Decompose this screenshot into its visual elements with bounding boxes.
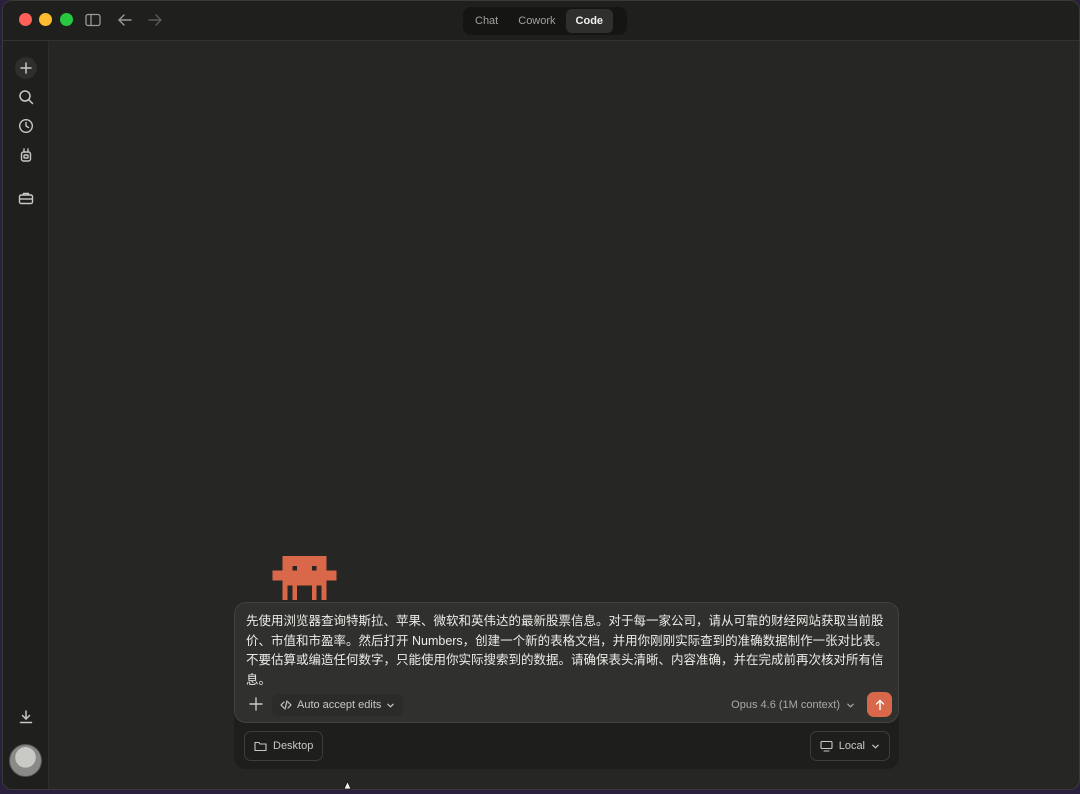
prompt-text[interactable]: 先使用浏览器查询特斯拉、苹果、微软和英伟达的最新股票信息。对于每一家公司，请从可… bbox=[246, 612, 891, 690]
mouse-cursor-icon bbox=[343, 781, 352, 790]
robot-icon bbox=[20, 148, 32, 162]
desktop-folder-button[interactable]: Desktop bbox=[244, 731, 324, 761]
folder-icon bbox=[254, 741, 267, 752]
minimize-window-button[interactable] bbox=[39, 13, 52, 26]
code-icon bbox=[280, 700, 292, 710]
send-button[interactable] bbox=[867, 692, 892, 717]
local-label: Local bbox=[838, 740, 865, 752]
chevron-down-icon bbox=[872, 744, 879, 749]
search-button[interactable] bbox=[16, 87, 36, 107]
close-window-button[interactable] bbox=[19, 13, 32, 26]
arrow-up-icon bbox=[875, 699, 884, 710]
plus-icon bbox=[20, 62, 32, 74]
monitor-icon bbox=[820, 740, 833, 752]
search-icon bbox=[19, 90, 34, 105]
composer: 先使用浏览器查询特斯拉、苹果、微软和英伟达的最新股票信息。对于每一家公司，请从可… bbox=[234, 602, 899, 769]
download-icon bbox=[19, 710, 33, 724]
chevron-down-icon bbox=[847, 703, 854, 708]
clock-icon bbox=[18, 118, 34, 134]
plus-icon bbox=[249, 697, 263, 711]
new-chat-button[interactable] bbox=[15, 57, 37, 79]
desktop-label: Desktop bbox=[273, 740, 314, 752]
title-bar: Chat Cowork Code bbox=[3, 1, 1079, 41]
history-button[interactable] bbox=[16, 116, 36, 136]
attach-button[interactable] bbox=[246, 694, 266, 714]
tab-chat[interactable]: Chat bbox=[465, 9, 508, 33]
toolbox-icon bbox=[18, 192, 34, 205]
download-button[interactable] bbox=[16, 707, 36, 727]
mascot-icon bbox=[272, 556, 337, 600]
model-selector[interactable]: Opus 4.6 (1M context) bbox=[731, 696, 855, 714]
left-sidebar bbox=[3, 41, 49, 789]
model-label: Opus 4.6 (1M context) bbox=[731, 699, 840, 711]
agents-button[interactable] bbox=[16, 145, 36, 165]
app-window: Chat Cowork Code 先使用浏览器查询特斯拉、苹果、微软和英伟达的最… bbox=[2, 0, 1080, 790]
chevron-down-icon bbox=[387, 703, 395, 708]
auto-accept-dropdown[interactable]: Auto accept edits bbox=[272, 694, 404, 716]
maximize-window-button[interactable] bbox=[60, 13, 73, 26]
sidebar-toggle-icon[interactable] bbox=[84, 11, 102, 29]
tab-cowork[interactable]: Cowork bbox=[508, 9, 565, 33]
tools-button[interactable] bbox=[16, 188, 36, 208]
environment-dropdown[interactable]: Local bbox=[809, 731, 890, 761]
avatar[interactable] bbox=[9, 744, 42, 777]
auto-accept-label: Auto accept edits bbox=[297, 699, 382, 711]
tab-code[interactable]: Code bbox=[565, 9, 614, 33]
back-arrow-icon[interactable] bbox=[116, 11, 134, 29]
forward-arrow-icon[interactable] bbox=[146, 11, 164, 29]
mode-switcher: Chat Cowork Code bbox=[463, 7, 627, 35]
prompt-input[interactable]: 先使用浏览器查询特斯拉、苹果、微软和英伟达的最新股票信息。对于每一家公司，请从可… bbox=[234, 602, 899, 723]
